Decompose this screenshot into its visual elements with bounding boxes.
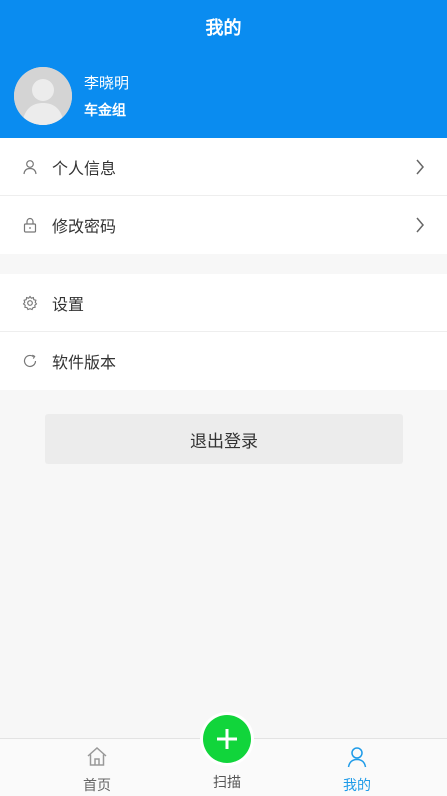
tab-label: 首页 xyxy=(83,778,111,794)
menu-group-app: 设置 软件版本 xyxy=(0,274,447,390)
scan-button[interactable] xyxy=(200,712,254,766)
menu-item-personal-info[interactable]: 个人信息 xyxy=(0,138,447,196)
menu-item-label: 设置 xyxy=(52,294,85,314)
menu-group-account: 个人信息 修改密码 xyxy=(0,138,447,254)
user-icon xyxy=(22,159,38,175)
menu-item-settings[interactable]: 设置 xyxy=(0,274,447,332)
tab-home[interactable]: 首页 xyxy=(47,739,147,796)
scan-tab[interactable]: 扫描 xyxy=(197,712,257,796)
menu-item-label: 修改密码 xyxy=(52,217,117,236)
avatar[interactable] xyxy=(14,67,72,125)
gear-icon xyxy=(22,295,38,311)
chevron-right-icon xyxy=(416,159,424,174)
plus-icon xyxy=(217,729,237,749)
avatar-placeholder-icon xyxy=(14,67,72,125)
menu-item-software-version[interactable]: 软件版本 xyxy=(0,332,447,390)
user-name: 李晓明 xyxy=(84,74,130,92)
scan-button-circle xyxy=(203,715,251,763)
profile-header: 我的 李晓明 车金组 xyxy=(0,0,447,138)
logout-button[interactable]: 退出登录 xyxy=(45,414,403,464)
user-icon xyxy=(347,747,367,768)
page-title: 我的 xyxy=(205,18,242,39)
menu-item-label: 个人信息 xyxy=(52,158,117,178)
refresh-icon xyxy=(22,353,38,369)
chevron-right-icon xyxy=(416,217,424,233)
scan-label: 扫描 xyxy=(213,775,241,791)
menu-item-label: 软件版本 xyxy=(52,353,117,372)
home-icon xyxy=(87,746,107,766)
user-group: 车金组 xyxy=(84,103,126,119)
lock-icon xyxy=(22,217,38,233)
menu-item-change-password[interactable]: 修改密码 xyxy=(0,196,447,254)
tab-label: 我的 xyxy=(343,778,371,794)
tab-me[interactable]: 我的 xyxy=(307,739,407,796)
